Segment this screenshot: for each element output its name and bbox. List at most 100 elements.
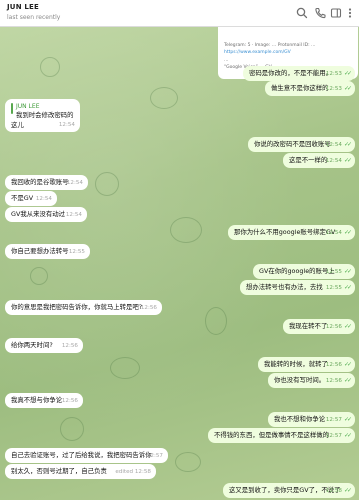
message-incoming[interactable]: 你的意思是我把密码告诉你，你就马上转是吧? 12:56 (5, 300, 162, 315)
message-time: 12:57 (146, 453, 163, 459)
message-text: 想办法转号也有办法，去找 (246, 283, 323, 291)
message-text: 我现在转不了 (289, 322, 328, 330)
message-meta: 12:55 ✓✓ (326, 267, 352, 277)
read-checks-icon: ✓✓ (343, 416, 352, 423)
message-meta: 12:56 ✓✓ (325, 322, 352, 332)
wallpaper-doodle (205, 307, 227, 335)
reply-quote: 我到时会修改密码的 (16, 111, 74, 119)
message-meta: 12:54 ✓✓ (325, 140, 352, 150)
wallpaper-doodle (60, 417, 84, 441)
read-checks-icon: ✓✓ (343, 377, 352, 384)
wallpaper-doodle (40, 57, 60, 77)
message-meta: 12:53 ✓✓ (325, 69, 352, 79)
reply-bar (11, 103, 13, 114)
message-text: 你说的改密码不是回收账号 (254, 140, 331, 148)
phone-icon[interactable] (313, 5, 327, 19)
message-text: 不是GV (11, 194, 34, 202)
attachment-text: … (224, 58, 229, 63)
message-outgoing[interactable]: 我现在转不了 12:56 ✓✓ (283, 319, 355, 334)
wallpaper-doodle (175, 452, 201, 472)
read-checks-icon: ✓✓ (343, 157, 352, 164)
message-incoming[interactable]: 自己去验证账号，过了后给我说，我把密码告诉你 12:57 (5, 448, 168, 463)
message-time: 12:56 (140, 305, 157, 311)
message-time: 12:58 (134, 469, 151, 475)
message-time: 12:57 (325, 417, 342, 423)
message-text: 这儿 (11, 121, 24, 129)
message-text: 我回收的是谷歌账号 (11, 178, 69, 186)
message-meta: 12:56 ✓✓ (326, 360, 352, 370)
message-meta: 12:54 ✓✓ (325, 228, 352, 238)
chat-title[interactable]: JUN LEE (7, 3, 39, 11)
message-text: 这又是到收了，卖你只是GV了，不说了 (229, 486, 341, 494)
message-meta: 12:54 (36, 195, 52, 204)
message-incoming[interactable]: 我回收的是谷歌账号 12:54 (5, 175, 88, 190)
message-incoming[interactable]: 别太久，否则号过期了，自己负责 edited 12:58 (5, 464, 156, 479)
message-time: 12:53 (325, 71, 342, 77)
read-checks-icon: ✓✓ (343, 487, 352, 494)
message-text: 密码是你改的，不是不能用。 (249, 69, 333, 77)
message-incoming[interactable]: 我真不想与你争论 12:56 (5, 393, 83, 408)
message-time: 12:55 (68, 249, 85, 255)
message-time: 12:56 (325, 324, 342, 330)
message-outgoing[interactable]: 我也不想和你争论 12:57 ✓✓ (268, 412, 355, 427)
more-icon[interactable] (343, 5, 357, 19)
message-outgoing[interactable]: 我能转的时候，就转了 12:56 ✓✓ (258, 357, 355, 372)
message-text: 这是不一样的 (289, 156, 328, 164)
message-time: 12:54 (65, 212, 82, 218)
read-checks-icon: ✓✓ (343, 229, 352, 236)
message-text: 我能转的时候，就转了 (264, 360, 328, 368)
reply-author: JUN LEE (16, 103, 40, 110)
message-text: 你自己要想办法转号 (11, 247, 69, 255)
chat-header: JUN LEE last seen recently (0, 0, 359, 27)
message-meta: 12:56 (62, 342, 78, 351)
message-text: 你也没有写时间。 (274, 376, 326, 384)
read-checks-icon: ✓✓ (343, 432, 352, 439)
message-meta: 12:56 (141, 304, 157, 313)
telegram-chat-window: JUN LEE last seen recently Telegram: 5 ·… (0, 0, 359, 500)
message-incoming[interactable]: 你自己要想办法转号 12:55 (5, 244, 90, 259)
message-meta: 12:56 ✓✓ (325, 376, 352, 386)
message-outgoing[interactable]: 那你为什么不用google账号绑定GV 12:54 ✓✓ (228, 225, 355, 240)
message-outgoing[interactable]: 你说的改密码不是回收账号 12:54 ✓✓ (248, 137, 355, 152)
message-incoming-reply[interactable]: JUN LEE 我到时会修改密码的 这儿 12:54 (5, 99, 80, 132)
message-outgoing[interactable]: 这是不一样的 12:54 ✓✓ (283, 153, 355, 168)
message-meta: 12:58 ✓✓ (326, 486, 352, 496)
read-checks-icon: ✓✓ (343, 85, 352, 92)
message-outgoing[interactable]: 这又是到收了，卖你只是GV了，不说了 12:58 ✓✓ (223, 483, 355, 498)
message-incoming[interactable]: 不是GV 12:54 (5, 191, 57, 206)
layout-icon[interactable] (329, 5, 343, 19)
message-incoming[interactable]: 给你两天时间? 12:56 (5, 338, 83, 353)
read-checks-icon: ✓✓ (343, 323, 352, 330)
message-meta: 12:53 ✓✓ (326, 84, 352, 94)
message-time: 12:56 (61, 398, 78, 404)
attachment-text: Telegram: 5 · Image: … Protonmail ID: … (224, 43, 316, 48)
message-time: 12:54 (325, 230, 342, 236)
read-checks-icon: ✓✓ (343, 141, 352, 148)
message-text: 给你两天时间? (11, 341, 53, 349)
message-outgoing[interactable]: 做生意不是你这样的 12:53 ✓✓ (265, 81, 355, 96)
message-outgoing[interactable]: 不得钱的东西，但是做事情不是这样做的 12:57 ✓✓ (208, 428, 355, 443)
message-outgoing[interactable]: 想办法转号也有办法，去找 12:55 ✓✓ (240, 280, 355, 295)
message-time: 12:56 (325, 378, 342, 384)
message-time: 12:55 (325, 285, 342, 291)
message-outgoing[interactable]: 密码是你改的，不是不能用。 12:53 ✓✓ (243, 66, 355, 81)
wallpaper-doodle (30, 267, 48, 285)
wallpaper-doodle (170, 217, 202, 243)
message-outgoing[interactable]: 你也没有写时间。 12:56 ✓✓ (268, 373, 355, 388)
message-outgoing[interactable]: GV在你的google的账号上 12:55 ✓✓ (253, 264, 355, 279)
message-incoming[interactable]: GV我从来没有动过 12:54 (5, 207, 87, 222)
read-checks-icon: ✓✓ (343, 70, 352, 77)
read-checks-icon: ✓✓ (343, 284, 352, 291)
message-text: 不得钱的东西，但是做事情不是这样做的 (214, 431, 330, 439)
message-meta: 12:54 (67, 179, 83, 188)
message-meta: 12:54 (59, 121, 75, 130)
attachment-link[interactable]: https://www.example.com/GV (224, 50, 291, 55)
message-meta: 12:55 ✓✓ (325, 283, 352, 293)
message-time: 12:54 (325, 142, 342, 148)
message-meta: 12:56 (62, 397, 78, 406)
read-checks-icon: ✓✓ (343, 268, 352, 275)
message-list[interactable]: Telegram: 5 · Image: … Protonmail ID: … … (0, 21, 359, 500)
search-icon[interactable] (295, 5, 309, 19)
read-checks-icon: ✓✓ (343, 361, 352, 368)
message-meta: 12:54 ✓✓ (326, 156, 352, 166)
